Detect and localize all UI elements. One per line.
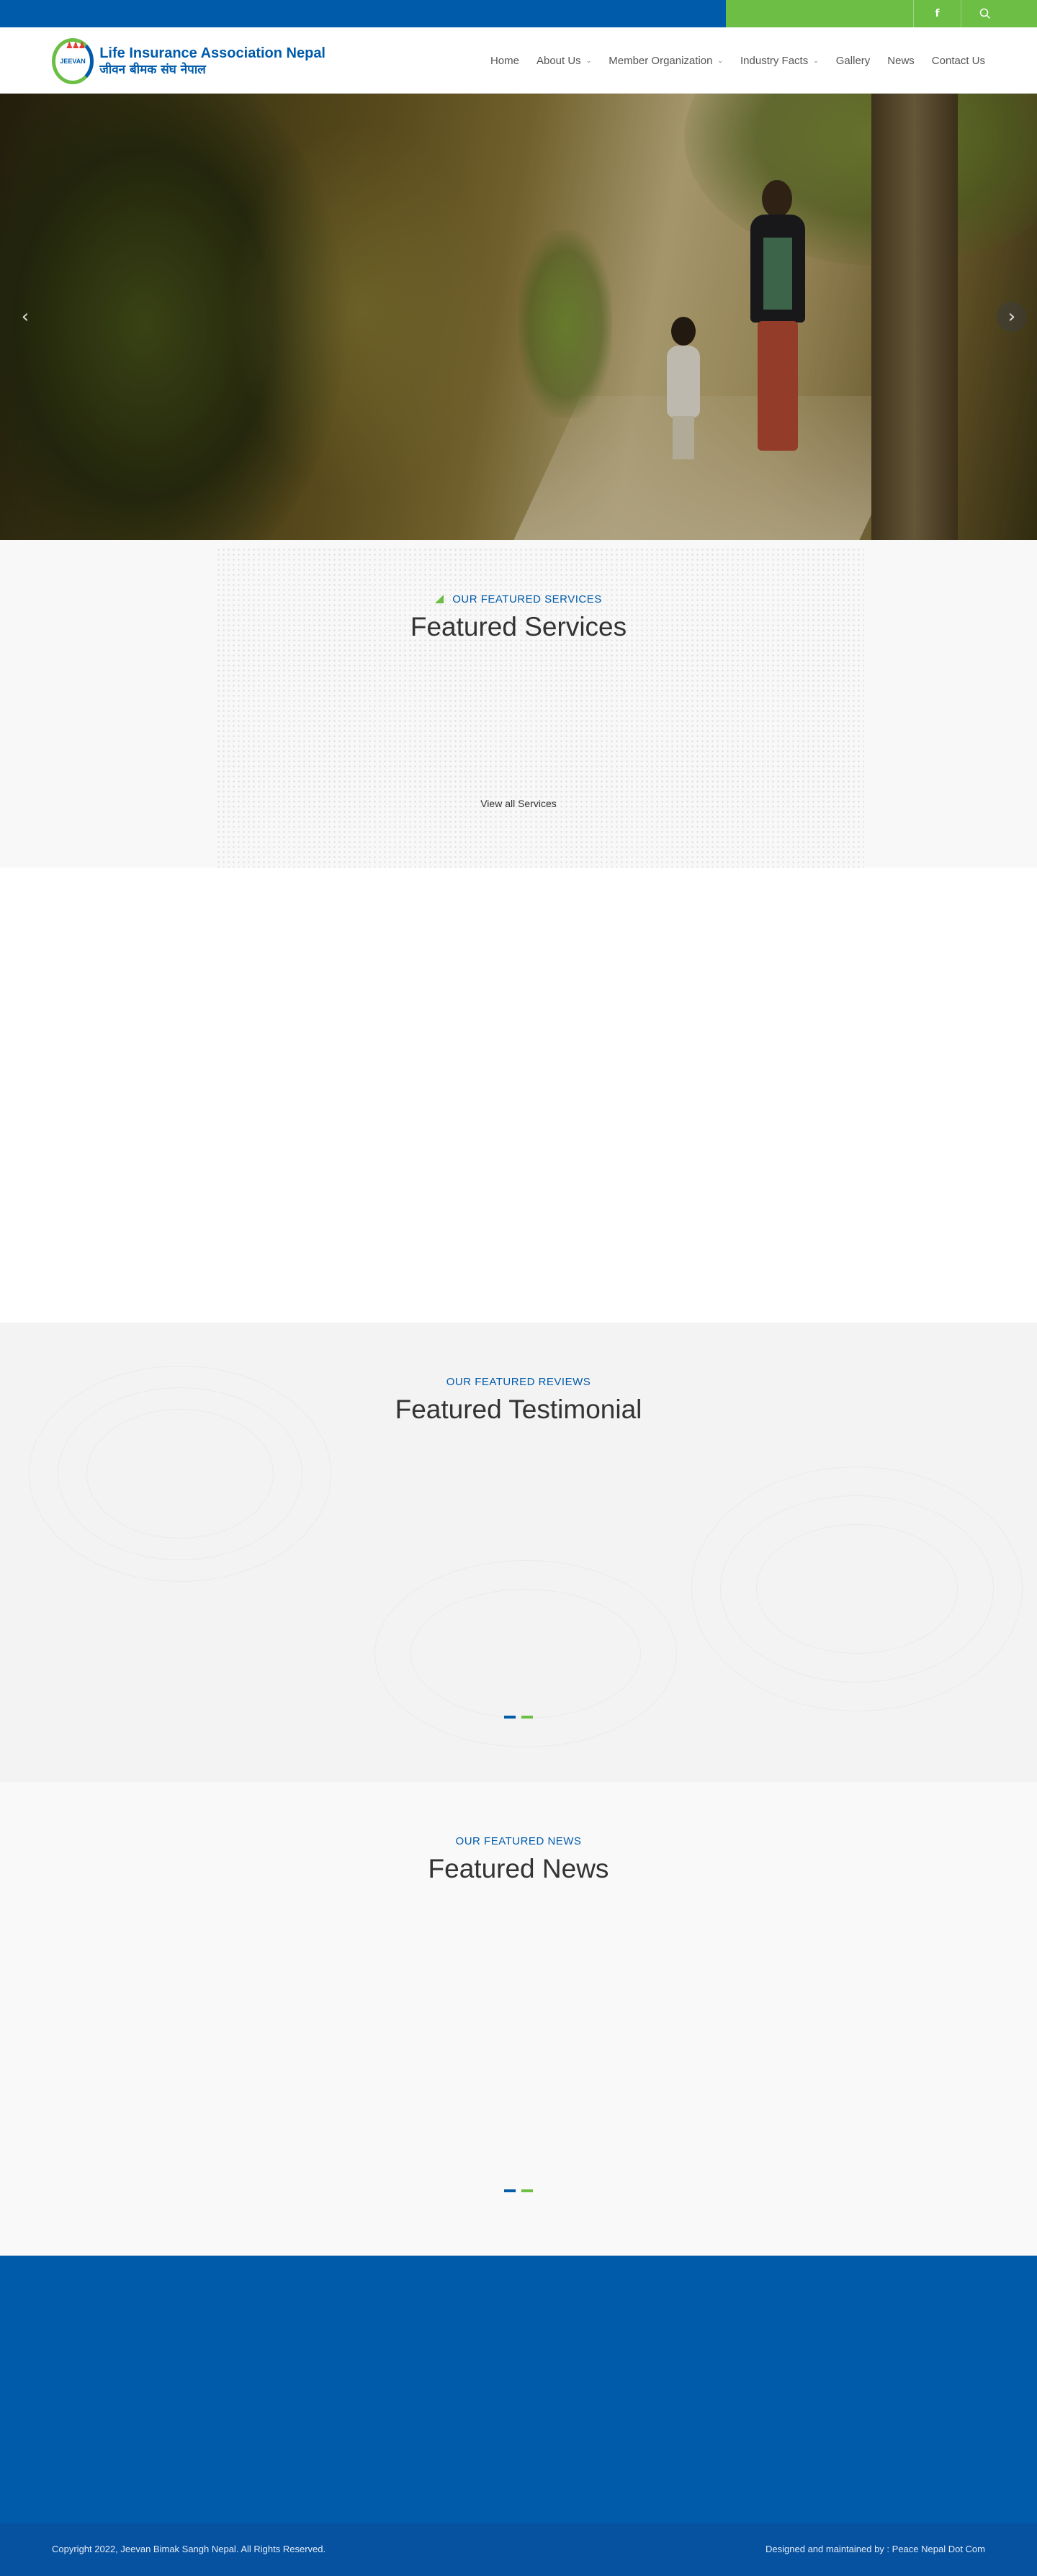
nav-label: Contact Us	[931, 54, 985, 67]
logo-people-icon: ♟♟♟	[66, 40, 86, 50]
search-icon-svg	[979, 8, 990, 19]
nav-label: Gallery	[835, 54, 871, 67]
nav-item-home[interactable]: Home	[490, 55, 519, 67]
featured-services-section: OUR FEATURED SERVICES Featured Services …	[0, 540, 1037, 868]
facebook-glyph: f	[935, 8, 940, 19]
footer-bottom-bar: Copyright 2022, Jeevan Bimak Sangh Nepal…	[0, 2523, 1037, 2576]
services-subtitle: OUR FEATURED SERVICES	[0, 593, 1037, 605]
testimonial-subtitle: OUR FEATURED REVIEWS	[446, 1376, 591, 1388]
nav-item-contact-us[interactable]: Contact Us	[932, 55, 985, 67]
slider-next-arrow-icon[interactable]: ›	[997, 302, 1027, 332]
nav-item-industry-facts[interactable]: Industry Facts ⌄	[740, 55, 819, 67]
hero-slider: ‹ ›	[0, 94, 1037, 540]
triangle-mark-icon	[435, 595, 444, 603]
logo-badge: ♟♟♟ JEEVAN	[52, 38, 94, 84]
nav-item-gallery[interactable]: Gallery	[836, 55, 871, 67]
logo-text: Life Insurance Association Nepal जीवन बी…	[99, 45, 326, 78]
news-subtitle: OUR FEATURED NEWS	[455, 1835, 582, 1847]
nav-label: Industry Facts	[740, 54, 809, 67]
topo-line	[410, 1589, 641, 1719]
main-nav: Home About Us ⌄ Member Organization ⌄ Indu…	[473, 27, 985, 94]
designer-credit-link[interactable]: Designed and maintained by : Peace Nepal…	[766, 2544, 985, 2554]
facebook-icon[interactable]: f	[913, 0, 961, 27]
logo-badge-text: JEEVAN	[60, 58, 86, 65]
nav-item-about-us[interactable]: About Us ⌄	[537, 55, 591, 67]
services-title: Featured Services	[410, 612, 627, 641]
nav-label: Home	[490, 54, 519, 67]
chevron-down-icon: ⌄	[813, 56, 819, 64]
logo-title-np: जीवन बीमक संघ नेपाल	[99, 63, 206, 77]
slider-prev-arrow-icon[interactable]: ‹	[10, 302, 40, 332]
topo-line	[86, 1409, 274, 1539]
logo-title-en: Life Insurance Association Nepal	[99, 45, 326, 61]
news-title: Featured News	[428, 1854, 609, 1883]
topo-line	[756, 1524, 958, 1654]
pager-dot[interactable]	[521, 1716, 533, 1719]
view-all-services-link[interactable]: View all Services	[446, 798, 591, 809]
pager-dot-active[interactable]	[504, 2189, 516, 2192]
testimonial-pager	[504, 1716, 533, 1719]
nav-item-news[interactable]: News	[887, 55, 915, 67]
services-subtitle-text: OUR FEATURED SERVICES	[452, 593, 602, 605]
chevron-down-icon: ⌄	[717, 56, 724, 64]
featured-news-section: OUR FEATURED NEWS Featured News	[0, 1782, 1037, 2256]
nav-label: About Us	[536, 54, 581, 67]
pager-dot[interactable]	[521, 2189, 533, 2192]
testimonial-title: Featured Testimonial	[395, 1395, 642, 1424]
site-footer	[0, 2256, 1037, 2523]
hero-overlay	[0, 94, 1037, 540]
search-icon[interactable]	[961, 0, 1008, 27]
featured-testimonial-section: OUR FEATURED REVIEWS Featured Testimonia…	[0, 1323, 1037, 1782]
content-area	[0, 868, 1037, 1323]
news-pager	[504, 2189, 533, 2192]
nav-item-member-organization[interactable]: Member Organization ⌄	[609, 55, 723, 67]
chevron-down-icon: ⌄	[585, 56, 592, 64]
nav-label: Member Organization	[609, 54, 713, 67]
nav-label: News	[887, 54, 915, 67]
copyright-text: Copyright 2022, Jeevan Bimak Sangh Nepal…	[52, 2544, 326, 2554]
site-header: ♟♟♟ JEEVAN Life Insurance Association Ne…	[0, 27, 1037, 94]
site-logo[interactable]: ♟♟♟ JEEVAN Life Insurance Association Ne…	[52, 37, 326, 85]
pager-dot-active[interactable]	[504, 1716, 516, 1719]
